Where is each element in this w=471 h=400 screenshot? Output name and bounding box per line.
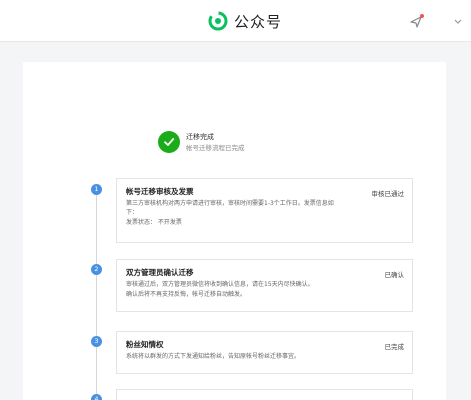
step-3-number: 3: [91, 336, 102, 347]
step-title: 帐号迁移审核及发票: [126, 187, 194, 196]
step-status: 已完成: [384, 343, 405, 351]
step-status: 审核已通过: [371, 190, 405, 198]
step-4-number: 4: [91, 394, 102, 400]
step-1-card: 帐号迁移审核及发票 第三方审核机构对两方申请进行审核，审核时间需要1-3个工作日…: [116, 178, 413, 243]
result-subtitle: 帐号迁移流程已完成: [186, 143, 245, 152]
notification-button[interactable]: [406, 12, 426, 32]
result-title: 迁移完成: [186, 132, 214, 141]
step-2-number: 2: [91, 264, 102, 275]
step-description: 系统将以群发的方式下发通知给粉丝，告知原帐号粉丝迁移事宜。: [126, 353, 301, 360]
brand-name: 公众号: [234, 12, 283, 31]
account-menu-toggle[interactable]: [453, 16, 463, 26]
step-status: 已确认: [384, 271, 405, 279]
wechat-mp-logo-icon: [208, 11, 228, 31]
step-title: 双方管理员确认迁移: [126, 268, 194, 277]
step-description: 审核通过后，双方管理员微信将收到确认信息，请在15天内尽快确认。: [126, 281, 314, 288]
check-icon: [164, 138, 175, 146]
chevron-down-icon: [454, 19, 462, 24]
step-title: 粉丝知情权: [126, 340, 164, 349]
success-check-badge: [158, 131, 180, 153]
step-description: 第三方审核机构对两方申请进行审核，审核时间需要1-3个工作日。发票信息如下：: [126, 200, 334, 216]
top-nav-bar: 公众号: [0, 0, 471, 42]
brand[interactable]: 公众号: [208, 10, 282, 32]
step-4-card: [116, 389, 413, 400]
step-3-card: 粉丝知情权 系统将以群发的方式下发通知给粉丝，告知原帐号粉丝迁移事宜。 已完成: [116, 331, 413, 374]
step-1-number: 1: [91, 184, 102, 195]
invoice-status: 发票状态： 不开发票: [126, 219, 182, 226]
migration-result: 迁移完成 帐号迁移流程已完成: [158, 127, 245, 157]
notification-dot: [420, 14, 424, 18]
steps-timeline-line: [96, 189, 97, 400]
step-note: 确认后将不再支持反悔，帐号迁移自动触发。: [126, 291, 247, 298]
step-2-card: 双方管理员确认迁移 审核通过后，双方管理员微信将收到确认信息，请在15天内尽快确…: [116, 259, 413, 312]
